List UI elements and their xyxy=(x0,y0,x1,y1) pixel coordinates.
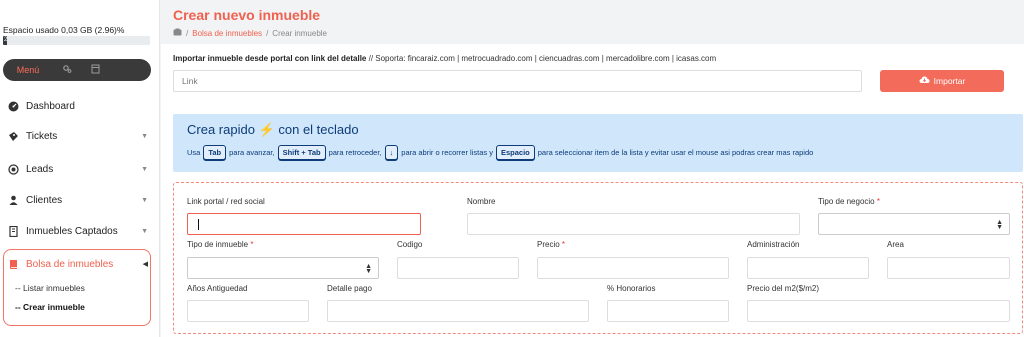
breadcrumb-link-bolsa[interactable]: Bolsa de inmuebles xyxy=(192,29,262,38)
sidebar-item-tickets[interactable]: Tickets ▼ xyxy=(8,128,148,144)
precio-input[interactable] xyxy=(537,257,729,279)
required-mark: * xyxy=(561,240,566,249)
link-portal-input[interactable] xyxy=(187,213,421,235)
cloud-download-icon xyxy=(919,76,930,86)
menu-tab[interactable]: Menú xyxy=(3,65,53,75)
import-title-bold: Importar inmueble desde portal con link … xyxy=(173,54,367,63)
chevron-down-icon: ▼ xyxy=(141,196,148,204)
tip-text-usa: Usa xyxy=(187,148,201,157)
sidebar-item-label: Leads xyxy=(26,163,54,175)
property-form: Link portal / red social Nombre Tipo de … xyxy=(173,182,1023,334)
codigo-input[interactable] xyxy=(397,257,519,279)
tipo-inmueble-select[interactable]: ▲ ▼ xyxy=(187,257,379,279)
home-icon[interactable] xyxy=(173,28,182,38)
keyboard-tip-alert: Crea rapido ⚡ con el teclado Usa Tab par… xyxy=(173,114,1023,172)
breadcrumb: / Bolsa de inmuebles / Crear inmueble xyxy=(173,28,327,38)
key-space: Espacio xyxy=(495,145,535,160)
sidebar-item-bolsa-de-inmuebles[interactable]: Bolsa de inmuebles ◀ xyxy=(8,256,148,272)
anos-antiguedad-input[interactable] xyxy=(187,300,309,322)
detalle-pago-input[interactable] xyxy=(327,300,589,322)
keyboard-tip-text: Usa Tab para avanzar, Shift + Tab para r… xyxy=(187,145,813,160)
administracion-input[interactable] xyxy=(747,257,869,279)
label-administracion: Administración xyxy=(747,240,800,249)
sidebar-item-label: Clientes xyxy=(26,194,63,206)
main-content: Crear nuevo inmueble / Bolsa de inmueble… xyxy=(161,0,1024,337)
area-input[interactable] xyxy=(887,257,1010,279)
form-card: Importar inmueble desde portal con link … xyxy=(161,44,1024,337)
target-icon xyxy=(8,163,26,175)
building-icon xyxy=(8,225,26,237)
ticket-icon xyxy=(8,131,26,142)
label-tipo-negocio: Tipo de negocio * xyxy=(818,197,880,206)
import-button[interactable]: Importar xyxy=(880,70,1004,92)
sort-caret-icon: ▲ ▼ xyxy=(365,263,372,275)
label-codigo: Codigo xyxy=(397,240,423,249)
import-button-label: Importar xyxy=(933,76,966,86)
text-cursor xyxy=(198,219,199,230)
sidebar-subitem-listar-inmuebles[interactable]: -- Listar inmuebles xyxy=(15,283,85,293)
sidebar-item-label: Inmuebles Captados xyxy=(26,225,118,237)
lightning-icon: ⚡ xyxy=(258,122,275,137)
breadcrumb-separator: / xyxy=(266,28,269,38)
chevron-down-icon: ▼ xyxy=(141,165,148,173)
sidebar: Espacio usado 0,03 GB (2.96)% 2 Menú Das… xyxy=(0,0,160,337)
label-anos-antiguedad: Años Antiguedad xyxy=(187,284,248,293)
sidebar-subitem-crear-inmueble[interactable]: -- Crear inmueble xyxy=(15,302,85,312)
sort-caret-icon: ▲ ▼ xyxy=(996,219,1003,231)
tip-text-2: para retroceder, xyxy=(328,148,382,157)
sidebar-tab-bar: Menú xyxy=(3,59,151,81)
chevron-down-icon: ▼ xyxy=(141,132,148,140)
book-icon xyxy=(8,259,26,270)
key-tab: Tab xyxy=(203,145,227,160)
sidebar-item-clientes[interactable]: Clientes ▼ xyxy=(8,192,148,208)
label-detalle-pago: Detalle pago xyxy=(327,284,372,293)
label-link-portal: Link portal / red social xyxy=(187,197,265,206)
user-icon xyxy=(8,195,26,206)
chevron-down-icon: ▼ xyxy=(141,227,148,235)
tip-text-3: para abrir o recorrer listas y xyxy=(401,148,493,157)
calendar-icon[interactable] xyxy=(81,64,109,76)
honorarios-input[interactable] xyxy=(607,300,729,322)
storage-usage-fill: 2 xyxy=(3,36,8,45)
label-nombre: Nombre xyxy=(467,197,496,206)
required-mark: * xyxy=(250,240,254,249)
sidebar-item-label: Tickets xyxy=(26,130,58,142)
sidebar-item-label: Bolsa de inmuebles xyxy=(26,258,114,270)
settings-icon[interactable] xyxy=(53,64,81,76)
tip-text-1: para avanzar, xyxy=(229,148,275,157)
storage-usage-bar: 2 xyxy=(3,36,150,45)
page-title: Crear nuevo inmueble xyxy=(173,7,321,23)
chevron-left-icon: ◀ xyxy=(142,261,148,268)
sidebar-item-inmuebles-captados[interactable]: Inmuebles Captados ▼ xyxy=(8,223,148,239)
tip-text-4: para seleccionar item de la lista y evit… xyxy=(537,148,814,157)
required-mark: * xyxy=(876,197,880,206)
breadcrumb-separator: / xyxy=(186,28,189,38)
tipo-negocio-select[interactable]: ▲ ▼ xyxy=(818,213,1010,235)
tip-title-rest: con el teclado xyxy=(278,122,359,137)
import-title: Importar inmueble desde portal con link … xyxy=(173,54,716,63)
sidebar-item-dashboard[interactable]: Dashboard xyxy=(8,98,148,114)
key-shift-tab: Shift + Tab xyxy=(277,145,326,160)
import-supported-portals: // Soporta: fincaraiz.com | metrocuadrad… xyxy=(366,54,717,63)
sidebar-item-label: Dashboard xyxy=(26,100,75,112)
label-tipo-inmueble: Tipo de inmueble * xyxy=(187,240,254,249)
label-area: Area xyxy=(887,240,904,249)
sidebar-item-leads[interactable]: Leads ▼ xyxy=(8,161,148,177)
precio-m2-input[interactable] xyxy=(747,300,1010,322)
breadcrumb-current: Crear inmueble xyxy=(272,28,327,38)
keyboard-tip-title: Crea rapido ⚡ con el teclado xyxy=(187,122,359,138)
key-arrow-down: ↓ xyxy=(384,145,399,160)
nombre-input[interactable] xyxy=(467,213,800,235)
label-precio-m2: Precio del m2($/m2) xyxy=(747,284,820,293)
label-honorarios: % Honorarios xyxy=(607,284,656,293)
tip-title-text: Crea rapido xyxy=(187,122,255,137)
import-link-input[interactable] xyxy=(173,70,862,92)
label-precio: Precio * xyxy=(537,240,566,249)
storage-usage-label: Espacio usado 0,03 GB (2.96)% xyxy=(3,25,125,35)
gauge-icon xyxy=(8,101,26,112)
